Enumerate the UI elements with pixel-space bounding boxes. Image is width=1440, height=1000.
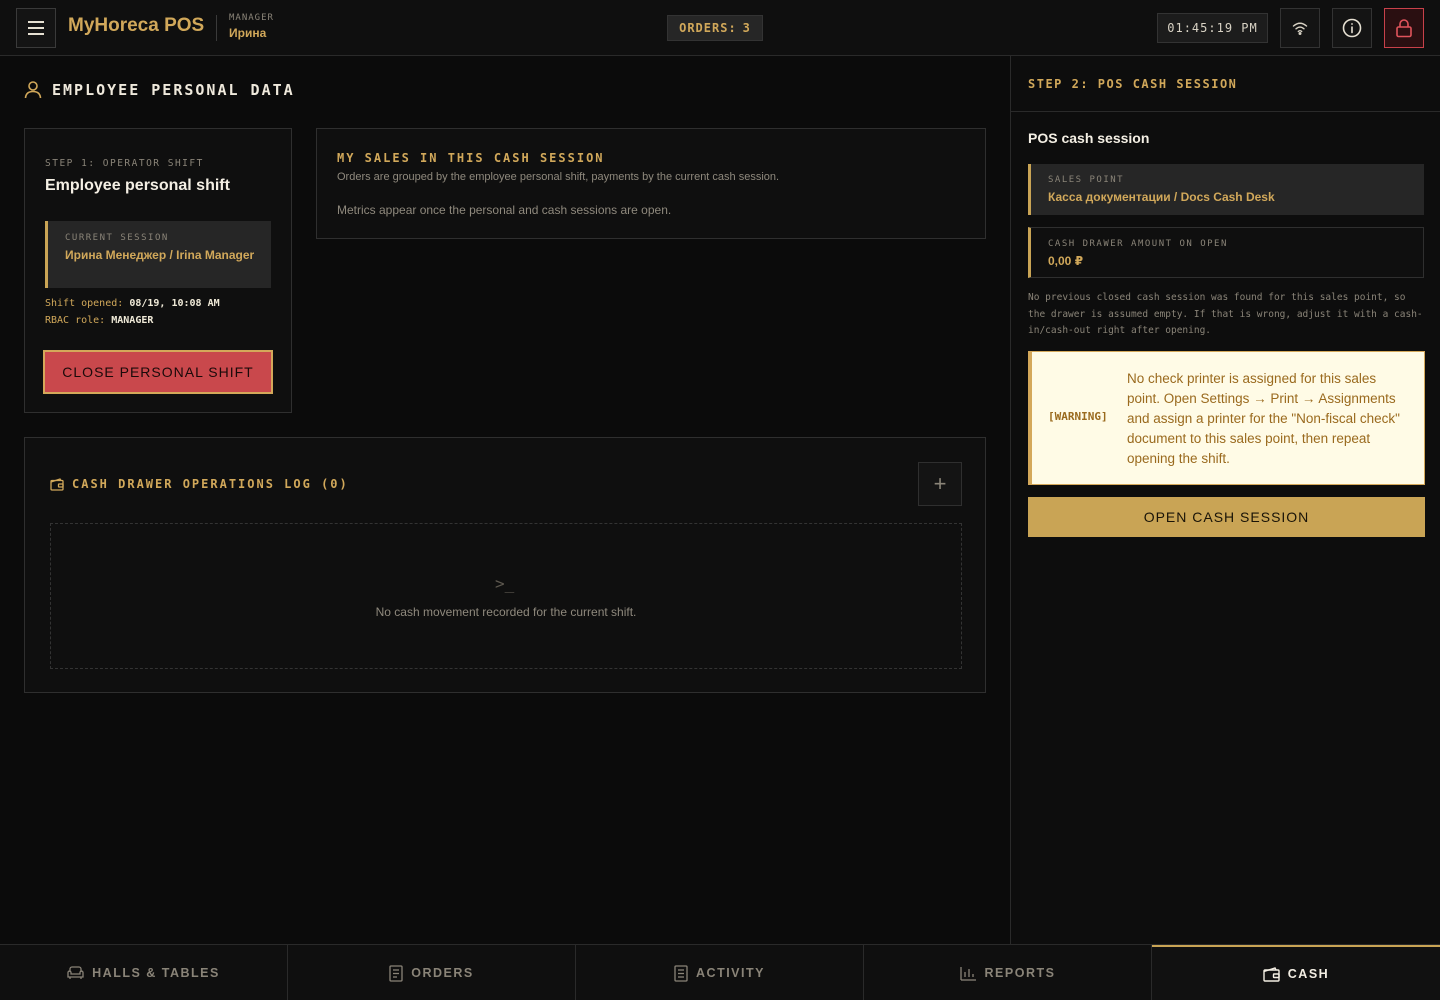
user-name: Ирина	[229, 26, 267, 40]
cash-drawer-log-title: CASH DRAWER OPERATIONS LOG (0)	[50, 477, 349, 491]
nav-orders-label: ORDERS	[411, 966, 474, 980]
my-sales-card: MY SALES IN THIS CASH SESSION Orders are…	[316, 128, 986, 239]
cash-session-panel-header: STEP 2: POS CASH SESSION	[1011, 56, 1440, 112]
my-sales-note: Metrics appear once the personal and cas…	[337, 203, 672, 217]
user-role-label: MANAGER	[229, 13, 274, 23]
cash-drawer-log-title-text: CASH DRAWER OPERATIONS LOG (0)	[72, 477, 349, 491]
printer-warning: [WARNING] No check printer is assigned f…	[1028, 351, 1425, 485]
wifi-button[interactable]	[1280, 8, 1320, 48]
nav-activity-label: ACTIVITY	[696, 966, 765, 980]
step-2-label: STEP 2: POS CASH SESSION	[1028, 77, 1238, 91]
drawer-note: No previous closed cash session was foun…	[1028, 292, 1423, 336]
current-session-value: Ирина Менеджер / Irina Manager	[65, 248, 255, 262]
current-session-box: CURRENT SESSION Ирина Менеджер / Irina M…	[45, 221, 271, 288]
bottom-nav: HALLS & TABLES ORDERS ACTIVITY REPORTS C…	[0, 944, 1440, 1000]
current-session-label: CURRENT SESSION	[65, 233, 169, 243]
log-empty-state: >_ No cash movement recorded for the cur…	[50, 523, 962, 669]
nav-halls-tables[interactable]: HALLS & TABLES	[0, 945, 288, 1000]
bar-chart-icon	[959, 966, 976, 981]
nav-cash[interactable]: CASH	[1152, 945, 1440, 1000]
section-title: EMPLOYEE PERSONAL DATA	[24, 80, 295, 99]
drawer-amount-value: 0,00 ₽	[1048, 254, 1084, 268]
header-divider	[216, 15, 217, 41]
log-empty-text: No cash movement recorded for the curren…	[375, 605, 637, 619]
cash-session-title: POS cash session	[1028, 130, 1150, 146]
wifi-icon	[1292, 22, 1308, 35]
menu-button[interactable]	[16, 8, 56, 48]
document-icon	[389, 964, 403, 982]
orders-badge[interactable]: ORDERS: 3	[667, 15, 763, 41]
drawer-amount-label: CASH DRAWER AMOUNT ON OPEN	[1048, 239, 1228, 249]
warning-tag: [WARNING]	[1048, 410, 1108, 423]
nav-halls-tables-label: HALLS & TABLES	[92, 966, 220, 980]
open-cash-session-button[interactable]: OPEN CASH SESSION	[1028, 497, 1425, 537]
list-icon	[674, 964, 688, 982]
close-personal-shift-button[interactable]: CLOSE PERSONAL SHIFT	[43, 350, 273, 394]
sales-point-value: Касса документации / Docs Cash Desk	[1048, 190, 1275, 204]
sofa-icon	[67, 966, 84, 979]
top-header: MyHoreca POS MANAGER Ирина ORDERS: 3 01:…	[0, 0, 1440, 56]
rbac-role: RBAC role: MANAGER	[45, 315, 153, 326]
nav-cash-label: CASH	[1287, 967, 1330, 981]
hamburger-icon	[28, 21, 44, 23]
section-title-text: EMPLOYEE PERSONAL DATA	[52, 80, 295, 99]
warning-text: No check printer is assigned for this sa…	[1127, 371, 1400, 466]
personal-shift-card: STEP 1: OPERATOR SHIFT Employee personal…	[24, 128, 292, 413]
my-sales-subtitle: Orders are grouped by the employee perso…	[337, 171, 780, 183]
shift-opened-label: Shift opened:	[45, 298, 124, 309]
drawer-amount-field[interactable]: CASH DRAWER AMOUNT ON OPEN 0,00 ₽	[1028, 227, 1424, 278]
my-sales-title: MY SALES IN THIS CASH SESSION	[337, 151, 605, 165]
wallet-icon	[1263, 966, 1280, 982]
sales-point-field: SALES POINT Касса документации / Docs Ca…	[1028, 164, 1424, 215]
shift-opened-value: 08/19, 10:08 AM	[129, 298, 220, 309]
user-icon	[24, 81, 42, 99]
info-button[interactable]	[1332, 8, 1372, 48]
nav-orders[interactable]: ORDERS	[288, 945, 576, 1000]
lock-button[interactable]	[1384, 8, 1424, 48]
clock: 01:45:19 PM	[1157, 13, 1268, 43]
orders-label: ORDERS:	[679, 21, 737, 35]
cash-session-panel: STEP 2: POS CASH SESSION POS cash sessio…	[1010, 56, 1440, 944]
brand-title: MyHoreca POS	[68, 15, 205, 36]
shift-title: Employee personal shift	[45, 177, 230, 194]
plus-icon: +	[933, 471, 947, 496]
nav-activity[interactable]: ACTIVITY	[576, 945, 864, 1000]
cash-drawer-log-card: CASH DRAWER OPERATIONS LOG (0) + >_ No c…	[24, 437, 986, 693]
shift-opened: Shift opened: 08/19, 10:08 AM	[45, 298, 220, 309]
rbac-role-label: RBAC role:	[45, 315, 106, 326]
rbac-role-value: MANAGER	[111, 315, 154, 326]
nav-reports-label: REPORTS	[984, 966, 1056, 980]
terminal-icon: >_	[495, 574, 515, 593]
wallet-icon	[50, 477, 64, 491]
info-icon	[1342, 18, 1362, 38]
sales-point-label: SALES POINT	[1048, 175, 1125, 185]
orders-count: 3	[742, 21, 751, 35]
step-1-label: STEP 1: OPERATOR SHIFT	[45, 158, 204, 169]
nav-reports[interactable]: REPORTS	[864, 945, 1152, 1000]
add-cash-operation-button[interactable]: +	[918, 462, 962, 506]
lock-icon	[1396, 19, 1412, 38]
